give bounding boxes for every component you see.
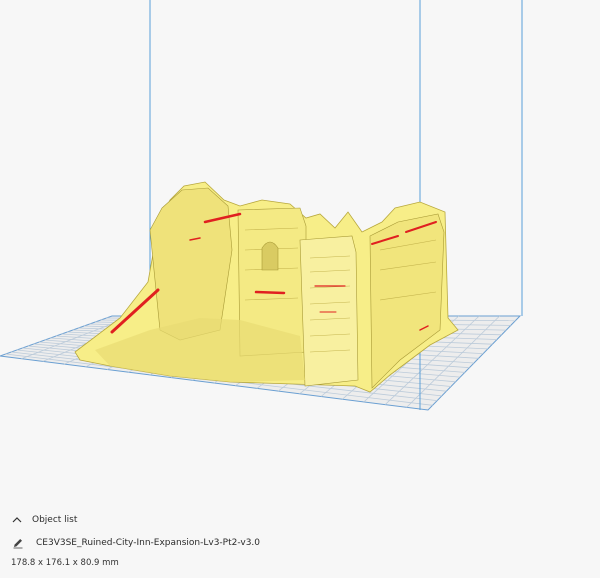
model-ruined-city-inn[interactable] — [74, 181, 459, 393]
object-list-toggle[interactable]: Object list — [11, 514, 77, 526]
dimensions-text: 178.8 x 176.1 x 80.9 mm — [11, 558, 119, 568]
3d-viewport[interactable] — [0, 0, 600, 578]
pencil-icon[interactable] — [12, 537, 24, 549]
object-dimensions: 178.8 x 176.1 x 80.9 mm — [11, 558, 119, 568]
object-file-row[interactable]: CE3V3SE_Ruined-City-Inn-Expansion-Lv3-Pt… — [12, 537, 260, 549]
chevron-up-icon[interactable] — [11, 514, 23, 526]
object-file-name: CE3V3SE_Ruined-City-Inn-Expansion-Lv3-Pt… — [36, 538, 261, 548]
object-panel: Object list CE3V3SE_Ruined-City-Inn-Expa… — [0, 506, 600, 578]
object-list-label: Object list — [32, 515, 78, 525]
